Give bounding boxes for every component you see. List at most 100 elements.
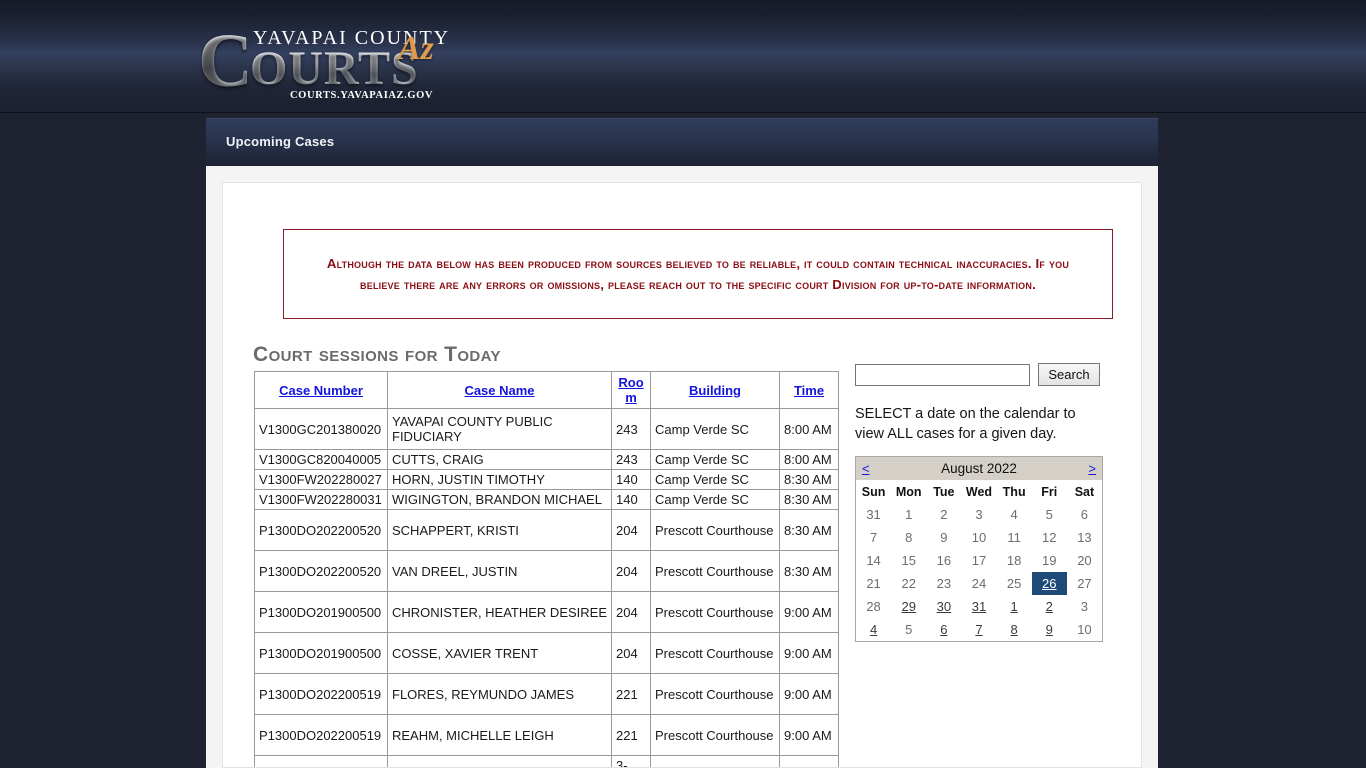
calendar-day-cell: 20 [1067,549,1102,572]
cell-case_name: REAHM, MICHELLE LEIGH [387,714,612,756]
cell-building: Prescott Courthouse [650,673,780,715]
table-row[interactable]: V1300FW202280027 HORN, JUSTIN TIMOTHY 140 C… [254,469,839,490]
cell-case_number: V1300FW202280031 [254,489,388,510]
calendar-day-cell: 18 [997,549,1032,572]
calendar-day-label[interactable]: 29 [901,599,915,614]
calendar-day-cell: 22 [891,572,926,595]
calendar-widget[interactable]: < August 2022 > Sun Mon Tue Wed Thu Fri Sat 31… [855,456,1103,642]
cases-table: Case Number Case Name Room Building Time V13… [254,371,839,767]
calendar-day-cell[interactable]: 30 [926,595,961,618]
calendar-day-cell[interactable]: 9 [1032,618,1067,641]
calendar-day-label[interactable]: 8 [1011,622,1018,637]
site-logo[interactable]: C YAVAPAI COUNTY OURTS Az COURTS.YAVAPAI… [198,23,458,101]
calendar-day-label[interactable]: 1 [1011,599,1018,614]
cell-building: Prescott Courthouse [650,591,780,633]
search-button[interactable]: Search [1038,363,1100,386]
sort-link-building[interactable]: Building [689,383,741,398]
table-row[interactable]: P1300DO202200519 REAHM, MICHELLE LEIGH 221… [254,714,839,756]
calendar-day-label[interactable]: 6 [940,622,947,637]
calendar-day-cell-selected[interactable]: 26 [1031,572,1067,595]
table-row[interactable]: P1300DO201900500 COSSE, XAVIER TRENT 204 Pr… [254,632,839,674]
cell-building: Prescott Courthouse [650,714,780,756]
calendar-day-label: 20 [1077,553,1092,568]
table-header-row: Case Number Case Name Room Building Time [254,371,839,409]
cell-case_name [387,755,612,767]
logo-url-text: COURTS.YAVAPAIAZ.GOV [290,90,434,101]
table-row[interactable]: P1300DO201900500 CHRONISTER, HEATHER DESI… [254,591,839,633]
calendar-prev-month-link[interactable]: < [862,461,870,476]
cell-time: 8:00 AM [779,408,839,450]
cell-time: 8:30 AM [779,509,839,551]
cell-case_name: FLORES, REYMUNDO JAMES [387,673,612,715]
sort-link-case_number[interactable]: Case Number [279,383,363,398]
calendar-weekday-wed: Wed [965,484,993,499]
calendar-day-cell: 3 [961,503,996,526]
calendar-day-label[interactable]: 4 [870,622,877,637]
search-input[interactable] [855,363,1030,386]
calendar-next-month-link[interactable]: > [1088,461,1096,476]
content-outer: Although the data below has been produce… [206,166,1158,768]
calendar-weekday-mon: Mon [895,484,922,499]
sort-link-time[interactable]: Time [794,383,824,398]
calendar-day-cell[interactable]: 31 [961,595,996,618]
page-title-bar: Upcoming Cases [206,118,1158,166]
calendar-day-cell[interactable]: 8 [997,618,1032,641]
calendar-day-label[interactable]: 30 [937,599,951,614]
calendar-day-label: 3 [1080,599,1089,614]
calendar-day-cell[interactable]: 29 [891,595,926,618]
column-header-case_name: Case Name [387,371,612,409]
cell-room: 3-127 [611,755,651,767]
calendar-day-cell: 28 [856,595,891,618]
calendar-day-label[interactable]: 31 [972,599,986,614]
column-header-case_number: Case Number [254,371,388,409]
calendar-day-label: 9 [940,530,948,545]
calendar-day-cell: 10 [961,526,996,549]
calendar-hint-text: SELECT a date on the calendar to view AL… [855,406,1076,442]
table-row[interactable]: V1300FW202280031 WIGINGTON, BRANDON MICHA… [254,489,839,510]
calendar-day-label: 2 [940,507,948,522]
calendar-day-cell: 23 [926,572,961,595]
calendar-day-label: 14 [866,553,881,568]
calendar-day-cell[interactable]: 6 [926,618,961,641]
calendar-day-label[interactable]: 9 [1046,622,1053,637]
cell-case_number: P1300DO202200520 [254,550,388,592]
calendar-day-label: 25 [1006,576,1022,591]
calendar-day-label[interactable]: 7 [975,622,982,637]
calendar-day-cell[interactable]: 4 [856,618,891,641]
calendar-day-label: 16 [936,553,952,568]
cell-room: 204 [611,550,651,592]
calendar-weekday-tue: Tue [933,484,955,499]
table-row[interactable]: P1300DO202200519 FLORES, REYMUNDO JAMES 22… [254,673,839,715]
calendar-day-cell: 25 [997,572,1032,595]
calendar-week-row: 14 15 16 17 18 19 20 [856,549,1102,572]
calendar-day-label[interactable]: 26 [1042,576,1056,591]
calendar-day-cell[interactable]: 7 [961,618,996,641]
calendar-day-cell: 21 [856,572,891,595]
calendar-day-label: 1 [905,507,913,522]
calendar-day-label: 4 [1010,507,1018,522]
calendar-day-label: 3 [975,507,983,522]
cell-room: 204 [611,591,651,633]
calendar-day-cell[interactable]: 2 [1032,595,1067,618]
calendar-day-label[interactable]: 2 [1046,599,1053,614]
calendar-day-label: 27 [1077,576,1092,591]
sort-link-case_name[interactable]: Case Name [464,383,534,398]
cell-building: Prescott Courthouse [650,550,780,592]
cell-case_number: P1300DO201900500 [254,632,388,674]
calendar-day-cell[interactable]: 1 [997,595,1032,618]
table-row[interactable]: V1300GC820040005 CUTTS, CRAIG 243 Camp Verd… [254,449,839,470]
table-row[interactable]: P1300DO202200520 SCHAPPERT, KRISTI 204 Pres… [254,509,839,551]
table-row[interactable]: V1300GC201380020 YAVAPAI COUNTY PUBLIC FI… [254,408,839,450]
cell-room: 243 [611,408,651,450]
cell-room: 221 [611,714,651,756]
table-row[interactable]: P1300DO202200520 VAN DREEL, JUSTIN 204 Pres… [254,550,839,592]
table-row[interactable]: P1300JV202200211 3-127Juv Just Ctr9:00 AM [254,755,839,767]
calendar-table: < August 2022 > Sun Mon Tue Wed Thu Fri Sat 31… [856,457,1102,641]
calendar-day-cell: 5 [891,618,926,641]
sort-link-room[interactable]: Room [618,375,643,405]
calendar-day-label: 28 [866,599,881,614]
cell-room: 243 [611,449,651,470]
page-title: Upcoming Cases [226,134,335,149]
calendar-day-cell: 8 [891,526,926,549]
calendar-day-cell: 15 [891,549,926,572]
